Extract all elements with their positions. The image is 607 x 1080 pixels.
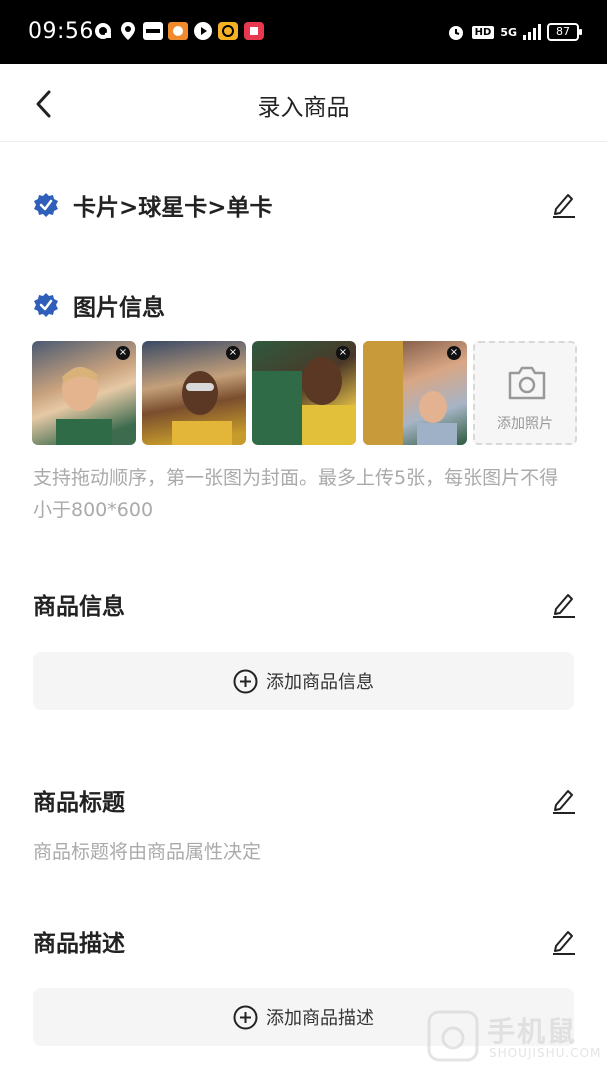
verified-check-icon xyxy=(34,293,58,317)
edit-category-icon[interactable] xyxy=(551,190,577,218)
camera-icon xyxy=(508,366,546,400)
photo-thumbnail[interactable]: × xyxy=(142,341,246,445)
image-info-heading: 图片信息 xyxy=(73,295,165,321)
edit-product-info-icon[interactable] xyxy=(551,590,577,618)
add-photo-button[interactable]: 添加照片 xyxy=(473,341,577,445)
watermark-text: 手机鼠 xyxy=(487,1015,578,1048)
network-type: 5G xyxy=(500,25,517,39)
video-icon xyxy=(194,22,212,40)
photo-thumbnail[interactable]: × xyxy=(363,341,467,445)
edit-product-desc-icon[interactable] xyxy=(551,927,577,955)
photo-strip: × × × × 添加照片 xyxy=(32,341,578,445)
status-time: 09:56 xyxy=(28,19,94,44)
edit-product-title-icon[interactable] xyxy=(551,786,577,814)
image-upload-hint: 支持拖动顺序，第一张图为封面。最多上传5张，每张图片不得小于800*600 xyxy=(33,467,559,521)
photo-thumbnail[interactable]: × xyxy=(32,341,136,445)
product-info-title: 商品信息 xyxy=(33,594,125,620)
page-title: 录入商品 xyxy=(257,95,350,121)
battery-icon: 87 xyxy=(547,23,582,41)
category-path: 卡片>球星卡>单卡 xyxy=(73,195,273,221)
add-photo-label: 添加照片 xyxy=(497,416,553,432)
game-icon xyxy=(168,22,188,40)
hd-badge: HD xyxy=(471,25,495,39)
product-desc-heading: 商品描述 xyxy=(33,931,125,957)
category-row: 卡片>球星卡>单卡 xyxy=(33,188,273,222)
watermark-logo-icon xyxy=(427,1010,479,1062)
nav-bar: 录入商品 xyxy=(0,64,607,142)
product-title-hint: 商品标题将由商品属性决定 xyxy=(33,841,262,863)
bell-app-icon xyxy=(218,22,238,40)
delete-photo-icon[interactable]: × xyxy=(447,346,461,360)
status-bar: 09:56 HD 5G 87 xyxy=(0,0,607,64)
verified-check-icon xyxy=(34,193,58,217)
delete-photo-icon[interactable]: × xyxy=(336,346,350,360)
photo-thumbnail[interactable]: × xyxy=(252,341,356,445)
plus-circle-icon xyxy=(233,1005,258,1029)
plus-circle-icon xyxy=(233,669,258,693)
location-icon xyxy=(121,22,135,40)
watermark: 手机鼠 SHOUJISHU.COM xyxy=(425,1008,600,1068)
delete-photo-icon[interactable]: × xyxy=(116,346,130,360)
image-info-row: 图片信息 xyxy=(33,288,165,322)
youku-icon xyxy=(143,22,163,40)
add-product-info-button[interactable]: 添加商品信息 xyxy=(33,652,574,710)
delete-photo-icon[interactable]: × xyxy=(226,346,240,360)
add-product-info-label: 添加商品信息 xyxy=(266,672,374,693)
watermark-domain: SHOUJISHU.COM xyxy=(489,1046,602,1060)
product-title-heading: 商品标题 xyxy=(33,790,125,816)
signal-icon xyxy=(523,24,541,40)
alarm-icon xyxy=(448,26,463,40)
add-product-desc-label: 添加商品描述 xyxy=(266,1008,374,1029)
red-app-icon xyxy=(244,22,264,40)
status-right: HD 5G 87 xyxy=(446,20,582,44)
browser-icon xyxy=(95,23,111,39)
